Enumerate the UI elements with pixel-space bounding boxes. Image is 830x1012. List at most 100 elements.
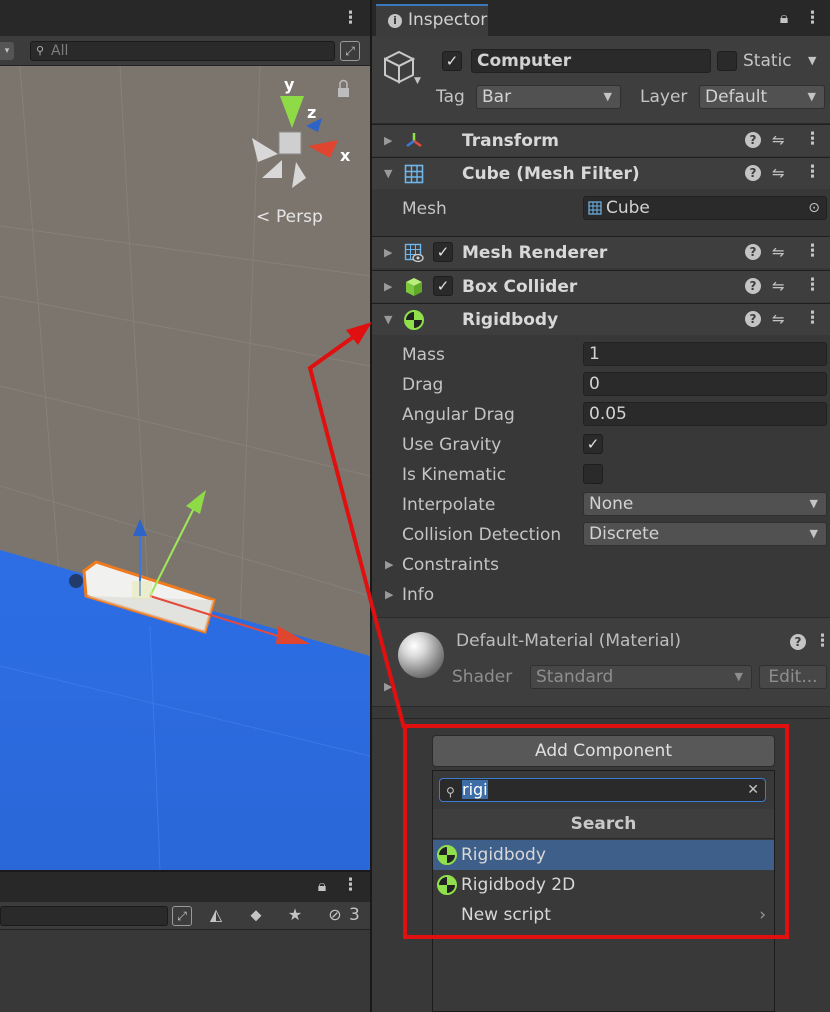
scene-dropdown-caret-icon[interactable]: ▾ <box>0 42 14 60</box>
scene-render[interactable]: y z x Persp < <box>0 66 370 870</box>
help-icon[interactable]: ? <box>790 634 806 650</box>
mesh-object-field[interactable]: Cube ⊙ <box>583 196 827 220</box>
hierarchy-tab-bar: 🔒︎ ⋮ <box>0 872 370 902</box>
presets-icon[interactable]: ⇋ <box>772 277 785 295</box>
result-item-rigidbody-2d[interactable]: Rigidbody 2D <box>433 870 774 900</box>
drag-field[interactable]: 0 <box>583 372 827 396</box>
star-icon[interactable]: ★ <box>285 907 305 923</box>
mesh-renderer-foldout-icon[interactable]: ▶ <box>384 245 392 261</box>
gameobject-active-checkbox[interactable]: ✓ <box>442 51 462 71</box>
info-foldout-icon[interactable]: ▶ <box>385 588 393 601</box>
layer-dropdown[interactable]: Default ▼ <box>699 85 825 109</box>
result-label: Rigidbody 2D <box>461 875 576 895</box>
presets-icon[interactable]: ⇋ <box>772 131 785 149</box>
angular-drag-row: Angular Drag 0.05 <box>372 400 830 430</box>
component-menu-icon[interactable]: ⋮ <box>804 164 821 182</box>
mesh-renderer-component-header[interactable]: ▶ ✓ Mesh Renderer ? ⇋ ⋮ <box>372 236 830 268</box>
hierarchy-search-options-icon[interactable]: ⤢ <box>172 906 192 926</box>
box-collider-foldout-icon[interactable]: ▶ <box>384 279 392 295</box>
scene-search-options-icon[interactable]: ⤢ <box>340 41 360 61</box>
mesh-filter-foldout-icon[interactable]: ▼ <box>384 166 392 182</box>
mesh-row: Mesh Cube ⊙ <box>372 194 830 224</box>
info-row[interactable]: ▶ Info <box>372 580 830 610</box>
rigidbody-icon <box>437 845 457 865</box>
help-icon[interactable]: ? <box>745 311 761 327</box>
constraints-row[interactable]: ▶ Constraints <box>372 550 830 580</box>
mass-field[interactable]: 1 <box>583 342 827 366</box>
tag-icon[interactable]: ⬥ <box>246 907 266 923</box>
material-foldout-icon[interactable]: ▶ <box>384 680 392 693</box>
angular-drag-value: 0.05 <box>589 404 627 424</box>
perspective-label[interactable]: Persp <box>276 207 323 227</box>
presets-icon[interactable]: ⇋ <box>772 310 785 328</box>
help-icon[interactable]: ? <box>745 244 761 260</box>
result-item-rigidbody[interactable]: Rigidbody <box>433 840 774 870</box>
component-menu-icon[interactable]: ⋮ <box>804 277 821 295</box>
component-menu-icon[interactable]: ⋮ <box>804 131 821 149</box>
help-icon[interactable]: ? <box>745 165 761 181</box>
axis-z-label: z <box>307 103 316 122</box>
perspective-icon[interactable]: < <box>256 207 270 227</box>
rigidbody-component-header[interactable]: ▼ Rigidbody ? ⇋ ⋮ <box>372 303 830 335</box>
material-preview-sphere[interactable] <box>398 632 444 678</box>
material-menu-icon[interactable]: ⋮ <box>814 633 830 651</box>
box-collider-enabled-checkbox[interactable]: ✓ <box>433 276 453 296</box>
shapes-icon[interactable]: ◭ <box>206 907 226 923</box>
scene-toolbar: ▾ ⚲ All ⤢ <box>0 36 370 66</box>
gameobject-cube-icon[interactable] <box>384 50 418 86</box>
is-kinematic-checkbox[interactable] <box>583 464 603 484</box>
component-menu-icon[interactable]: ⋮ <box>804 310 821 328</box>
hidden-visibility-icon[interactable]: ⊘ <box>324 907 346 923</box>
component-search-value: rigi <box>462 780 488 799</box>
mesh-renderer-enabled-checkbox[interactable]: ✓ <box>433 242 453 262</box>
static-checkbox[interactable] <box>717 51 737 71</box>
add-component-popup: ⚲ rigi ✕ Search Rigidbody Rigidbody 2D N… <box>432 770 775 1012</box>
static-dropdown-caret-icon[interactable]: ▼ <box>808 54 816 67</box>
scene-search-input[interactable]: ⚲ All <box>30 41 335 61</box>
inspector-lock-icon[interactable]: 🔒︎ <box>776 10 792 26</box>
presets-icon[interactable]: ⇋ <box>772 243 785 261</box>
gameobject-icon-caret[interactable]: ▼ <box>414 76 421 86</box>
help-icon[interactable]: ? <box>745 132 761 148</box>
lower-lock-icon[interactable]: 🔒︎ <box>314 878 330 894</box>
tag-dropdown[interactable]: Bar ▼ <box>476 85 621 109</box>
lower-menu-icon[interactable]: ⋮ <box>342 877 359 895</box>
chevron-right-icon: › <box>759 905 766 925</box>
result-item-new-script[interactable]: New script › <box>433 900 774 930</box>
constraints-foldout-icon[interactable]: ▶ <box>385 558 393 571</box>
use-gravity-checkbox[interactable]: ✓ <box>583 434 603 454</box>
interpolate-dropdown[interactable]: None ▼ <box>583 492 827 516</box>
collision-detection-dropdown[interactable]: Discrete ▼ <box>583 522 827 546</box>
shader-dropdown[interactable]: Standard ▼ <box>530 665 752 689</box>
gameobject-name-field[interactable]: Computer <box>471 49 711 73</box>
transform-component-header[interactable]: ▶ Transform ? ⇋ ⋮ <box>372 124 830 156</box>
object-picker-icon[interactable]: ⊙ <box>808 197 820 219</box>
angular-drag-field[interactable]: 0.05 <box>583 402 827 426</box>
rigidbody-foldout-icon[interactable]: ▼ <box>384 312 392 328</box>
tab-inspector[interactable]: i Inspector <box>376 4 488 36</box>
collision-detection-label: Collision Detection <box>402 525 562 545</box>
mesh-filter-component-header[interactable]: ▼ Cube (Mesh Filter) ? ⇋ ⋮ <box>372 157 830 189</box>
scene-menu-icon[interactable]: ⋮ <box>342 10 359 28</box>
box-collider-component-header[interactable]: ▶ ✓ Box Collider ? ⇋ ⋮ <box>372 270 830 302</box>
component-menu-icon[interactable]: ⋮ <box>804 243 821 261</box>
use-gravity-label: Use Gravity <box>402 435 502 455</box>
transform-foldout-icon[interactable]: ▶ <box>384 133 392 149</box>
clear-search-icon[interactable]: ✕ <box>747 779 759 801</box>
axis-x-label: x <box>340 146 351 165</box>
result-label: Rigidbody <box>461 845 546 865</box>
mass-row: Mass 1 <box>372 340 830 370</box>
inspector-menu-icon[interactable]: ⋮ <box>804 10 821 28</box>
help-icon[interactable]: ? <box>745 278 761 294</box>
scene-viewport[interactable]: y z x Persp < <box>0 66 370 870</box>
inspector-tab-label: Inspector <box>408 10 488 30</box>
info-icon: i <box>388 14 402 28</box>
component-search-input[interactable]: ⚲ rigi ✕ <box>439 778 766 802</box>
constraints-label: Constraints <box>402 555 499 575</box>
shader-edit-button[interactable]: Edit... <box>759 665 827 689</box>
add-component-button[interactable]: Add Component <box>432 735 775 767</box>
presets-icon[interactable]: ⇋ <box>772 164 785 182</box>
hierarchy-search-input[interactable] <box>0 906 168 926</box>
interpolate-label: Interpolate <box>402 495 496 515</box>
interpolate-caret-icon: ▼ <box>809 497 818 510</box>
